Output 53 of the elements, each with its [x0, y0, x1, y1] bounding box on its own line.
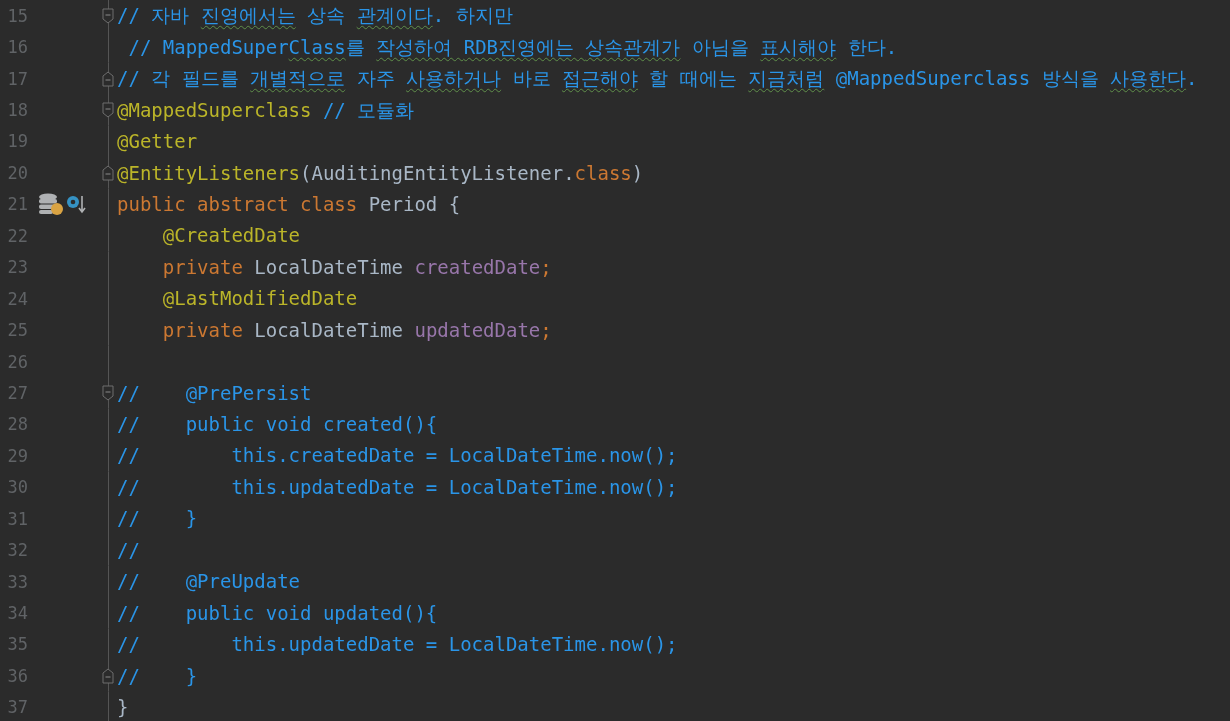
line-number: 32: [6, 540, 28, 561]
fold-marker-icon[interactable]: [102, 667, 114, 684]
line-number: 25: [6, 320, 28, 341]
code-line: // 자바 진영에서는 상속 관계이다. 하지만: [117, 3, 513, 29]
code-line: //: [117, 537, 140, 563]
code-line: // }: [117, 663, 198, 689]
code-line: // this.updatedDate = LocalDateTime.now();: [117, 474, 678, 500]
line-number: 24: [6, 288, 28, 309]
line-number: 27: [6, 382, 28, 403]
fold-marker-icon[interactable]: [102, 70, 114, 87]
code-line: // }: [117, 506, 198, 532]
line-number: 20: [6, 162, 28, 183]
code-line: // public void updated(){: [117, 600, 438, 626]
line-number: 17: [6, 68, 28, 89]
line-number: 31: [6, 508, 28, 529]
line-number: 33: [6, 571, 28, 592]
fold-marker-icon[interactable]: [102, 164, 114, 181]
fold-marker-icon[interactable]: [102, 7, 114, 24]
code-line: // MappedSuperClass를 작성하여 RDB진영에는 상속관계가 아님을 표시해야 한다.: [127, 34, 898, 60]
line-number: 19: [6, 131, 28, 152]
line-number: 22: [6, 225, 28, 246]
code-line: private LocalDateTime createdDate;: [161, 254, 552, 280]
code-line: // this.updatedDate = LocalDateTime.now();: [117, 632, 678, 658]
code-line: // @PreUpdate: [117, 569, 301, 595]
line-number: 21: [6, 194, 28, 215]
code-line: }: [117, 694, 129, 720]
code-line: // this.createdDate = LocalDateTime.now();: [117, 443, 678, 469]
code-line: @MappedSuperclass // 모듈화: [117, 97, 415, 123]
code-line: @CreatedDate: [161, 223, 301, 249]
fold-marker-icon[interactable]: [102, 102, 114, 119]
line-number: 36: [6, 665, 28, 686]
circle-arrow-icon[interactable]: [66, 193, 86, 216]
code-line: private LocalDateTime updatedDate;: [161, 317, 552, 343]
line-number: 16: [6, 37, 28, 58]
line-number: 15: [6, 5, 28, 26]
line-number: 30: [6, 477, 28, 498]
code-line: // @PrePersist: [117, 380, 312, 406]
line-number: 26: [6, 351, 28, 372]
line-number: 28: [6, 414, 28, 435]
database-icon[interactable]: [38, 192, 64, 217]
line-number: 37: [6, 697, 28, 718]
code-line: @Getter: [117, 129, 198, 155]
line-number: 34: [6, 603, 28, 624]
line-number: 18: [6, 100, 28, 121]
line-number: 35: [6, 634, 28, 655]
line-number: 29: [6, 445, 28, 466]
line-number: 23: [6, 257, 28, 278]
fold-marker-icon[interactable]: [102, 384, 114, 401]
code-line: public abstract class Period {: [117, 191, 461, 217]
code-line: @EntityListeners(AuditingEntityListener.class): [117, 160, 644, 186]
code-line: // 각 필드를 개별적으로 자주 사용하거나 바로 접근해야 할 때에는 지금처럼 @MappedSuperclass 방식을 사용한다.: [117, 66, 1198, 92]
code-line: @LastModifiedDate: [161, 286, 358, 312]
code-line: // public void created(){: [117, 412, 438, 437]
